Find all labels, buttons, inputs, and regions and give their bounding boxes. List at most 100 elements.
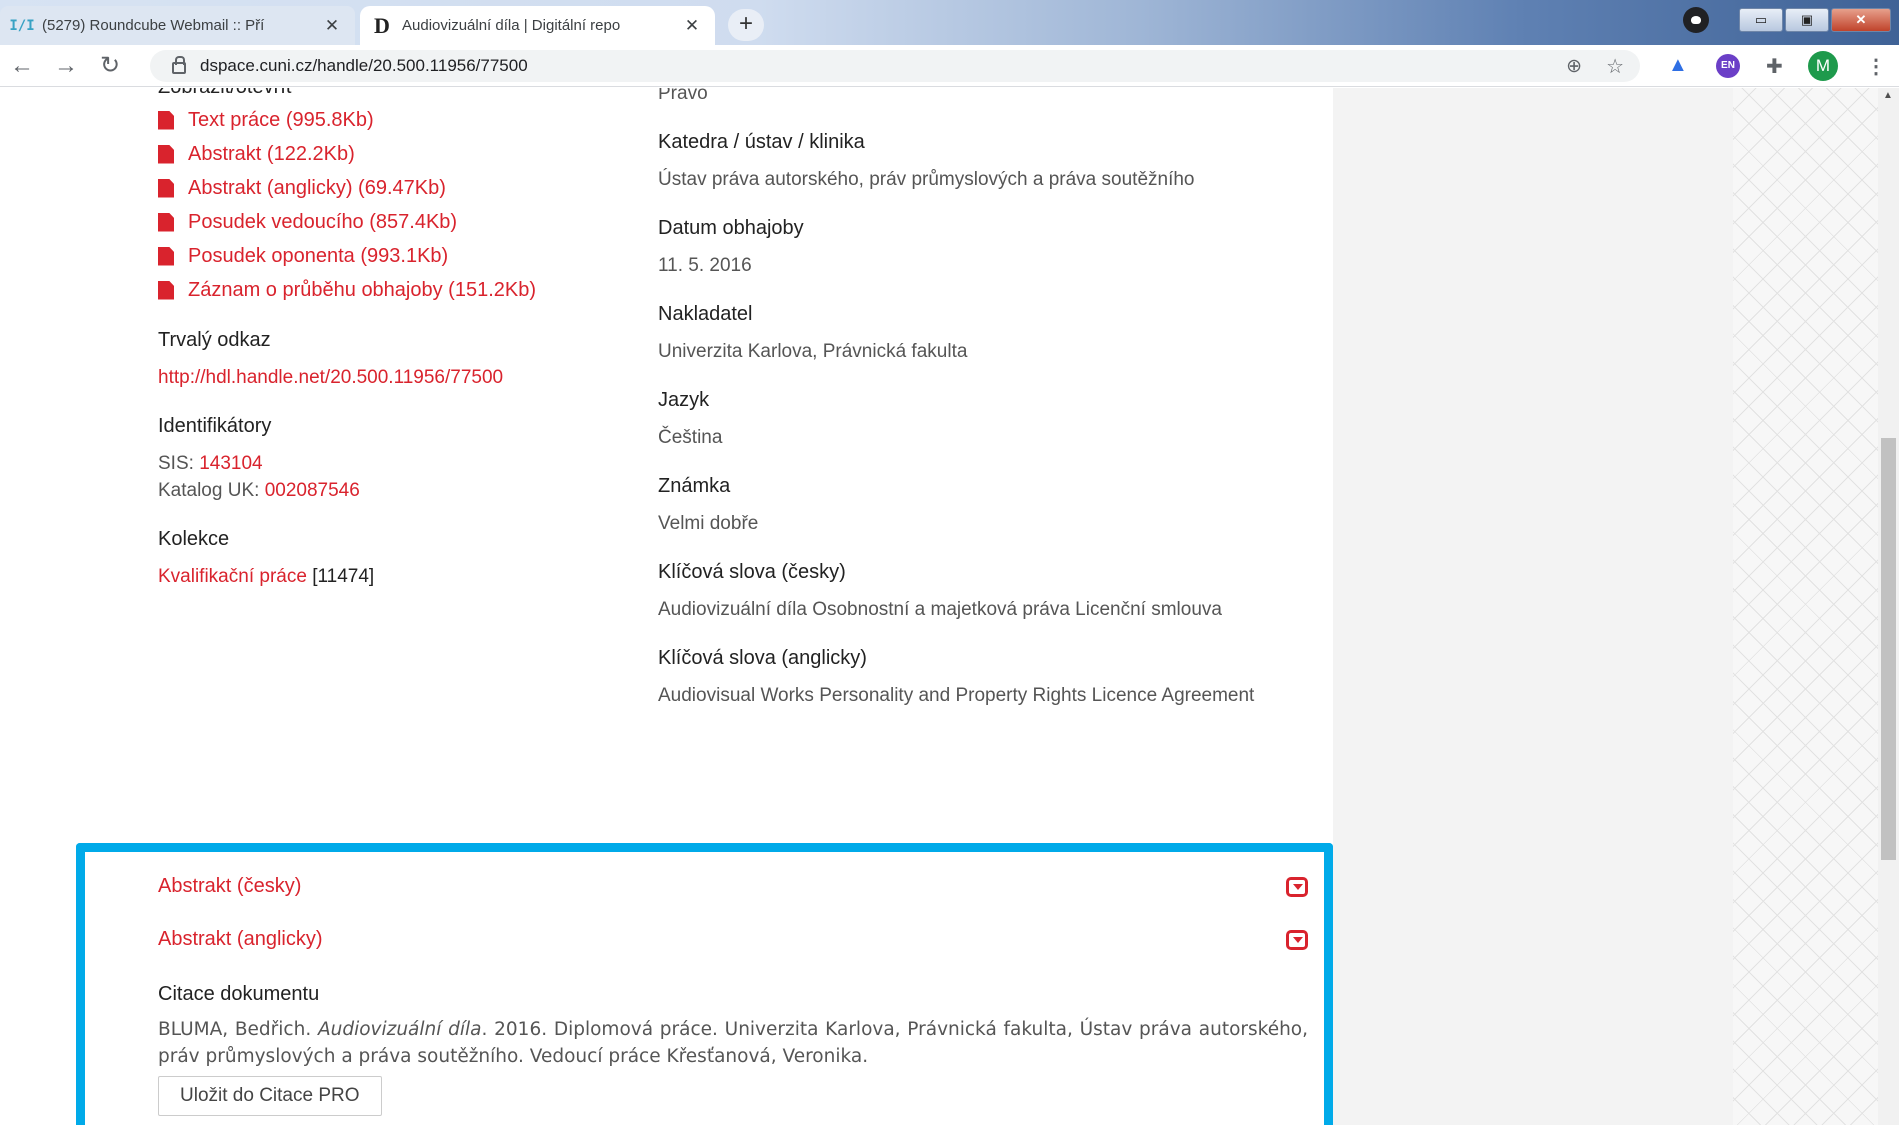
extensions-puzzle-icon[interactable]: ✚ <box>1766 54 1783 79</box>
scrollbar[interactable]: ▲ <box>1878 88 1899 1125</box>
bookmark-star-icon[interactable]: ☆ <box>1606 54 1624 79</box>
defense-date-value: 11. 5. 2016 <box>658 255 752 276</box>
citation-author: BLUMA, Bedřich. <box>158 1019 318 1040</box>
catalog-line: Katalog UK: 002087546 <box>158 477 628 504</box>
new-tab-button[interactable]: + <box>728 9 764 41</box>
close-tab-icon[interactable]: ✕ <box>681 16 703 36</box>
more-menu-icon[interactable]: ⋮ <box>1866 54 1886 79</box>
file-link[interactable]: Abstrakt (122.2Kb) <box>158 137 628 171</box>
abstract-en-toggle[interactable]: Abstrakt (anglicky) <box>158 928 1308 951</box>
left-column: Zobrazit/otevřít Text práce (995.8Kb) Ab… <box>158 88 628 614</box>
avatar[interactable]: M <box>1808 51 1838 81</box>
scrollbar-thumb[interactable] <box>1881 438 1896 860</box>
pdf-file-icon <box>158 280 174 300</box>
citation-heading: Citace dokumentu <box>158 983 320 1005</box>
back-arrow-icon[interactable]: ← <box>0 52 44 80</box>
pdf-file-icon <box>158 178 174 198</box>
tab-title: Audiovizuální díla | Digitální repo <box>402 17 621 34</box>
close-window-button[interactable]: ✕ <box>1831 8 1891 32</box>
faculty-section: Právo <box>658 88 1308 107</box>
sis-line: SIS: 143104 <box>158 450 628 477</box>
sis-label: SIS: <box>158 453 194 474</box>
publisher-heading: Nakladatel <box>658 303 753 325</box>
abstract-cz-toggle[interactable]: Abstrakt (česky) <box>158 875 1308 898</box>
zoom-icon[interactable]: ⊕ <box>1566 55 1582 78</box>
file-label[interactable]: Záznam o průběhu obhajoby (151.2Kb) <box>188 279 536 302</box>
keywords-cz-value: Audiovizuální díla Osobnostní a majetkov… <box>658 599 1222 620</box>
grade-heading: Známka <box>658 475 731 497</box>
defense-date-section: Datum obhajoby 11. 5. 2016 <box>658 217 1308 279</box>
minimize-button[interactable]: ▭ <box>1739 8 1783 32</box>
collection-line: Kvalifikační práce [11474] <box>158 563 628 590</box>
file-label[interactable]: Posudek oponenta (993.1Kb) <box>188 245 448 268</box>
keywords-en-section: Klíčová slova (anglicky) Audiovisual Wor… <box>658 647 1308 709</box>
citation-text: BLUMA, Bedřich. Audiovizuální díla. 2016… <box>158 1016 1308 1070</box>
scroll-up-icon[interactable]: ▲ <box>1883 90 1893 101</box>
catalog-label: Katalog UK: <box>158 480 260 501</box>
keywords-cz-heading: Klíčová slova (česky) <box>658 561 846 583</box>
grade-value: Velmi dobře <box>658 513 759 534</box>
browser-tab-bar: I/I (5279) Roundcube Webmail :: Pří ✕ D … <box>0 0 1899 45</box>
abstract-en-label[interactable]: Abstrakt (anglicky) <box>158 928 323 951</box>
pdf-file-icon <box>158 246 174 266</box>
file-label[interactable]: Posudek vedoucího (857.4Kb) <box>188 211 457 234</box>
language-extension-icon[interactable]: EN <box>1716 54 1740 78</box>
collection-link[interactable]: Kvalifikační práce <box>158 566 307 587</box>
permalink-section: Trvalý odkaz http://hdl.handle.net/20.50… <box>158 329 628 391</box>
file-label[interactable]: Abstrakt (anglicky) (69.47Kb) <box>188 177 446 200</box>
language-section: Jazyk Čeština <box>658 389 1308 451</box>
decorative-pattern <box>1733 88 1878 1125</box>
file-label[interactable]: Abstrakt (122.2Kb) <box>188 143 355 166</box>
pdf-file-icon <box>158 110 174 130</box>
right-column: Právo Katedra / ústav / klinika Ústav pr… <box>658 88 1308 733</box>
page-viewport: ▲ Zobrazit/otevřít Text práce (995.8Kb) … <box>0 88 1899 1125</box>
file-label[interactable]: Text práce (995.8Kb) <box>188 109 374 132</box>
file-link[interactable]: Abstrakt (anglicky) (69.47Kb) <box>158 171 628 205</box>
sidebar-background <box>1333 88 1733 1125</box>
publisher-section: Nakladatel Univerzita Karlova, Právnická… <box>658 303 1308 365</box>
window-controls: ▭ ▣ ✕ <box>1683 0 1899 40</box>
lock-icon <box>172 56 186 74</box>
catalog-link[interactable]: 002087546 <box>265 480 360 501</box>
faculty-value: Právo <box>658 88 708 104</box>
collection-section: Kolekce Kvalifikační práce [11474] <box>158 528 628 590</box>
file-link[interactable]: Text práce (995.8Kb) <box>158 103 628 137</box>
profile-icon[interactable] <box>1683 7 1709 33</box>
roundcube-icon: I/I <box>9 17 35 34</box>
identifiers-section: Identifikátory SIS: 143104 Katalog UK: 0… <box>158 415 628 504</box>
url-text: dspace.cuni.cz/handle/20.500.11956/77500 <box>200 56 528 75</box>
department-heading: Katedra / ústav / klinika <box>658 131 865 153</box>
address-bar[interactable]: dspace.cuni.cz/handle/20.500.11956/77500… <box>150 50 1640 82</box>
permalink-heading: Trvalý odkaz <box>158 329 271 351</box>
file-link[interactable]: Posudek vedoucího (857.4Kb) <box>158 205 628 239</box>
reload-icon[interactable]: ↻ <box>88 51 132 80</box>
defense-date-heading: Datum obhajoby <box>658 217 804 239</box>
tab-dspace[interactable]: D Audiovizuální díla | Digitální repo ✕ <box>360 6 715 45</box>
department-section: Katedra / ústav / klinika Ústav práva au… <box>658 131 1308 193</box>
maximize-button[interactable]: ▣ <box>1785 8 1829 32</box>
file-list: Text práce (995.8Kb) Abstrakt (122.2Kb) … <box>158 103 628 307</box>
save-to-citace-pro-button[interactable]: Uložit do Citace PRO <box>158 1076 382 1116</box>
files-heading: Zobrazit/otevřít <box>158 88 628 99</box>
tab-roundcube[interactable]: I/I (5279) Roundcube Webmail :: Pří ✕ <box>0 6 355 45</box>
chevron-down-icon[interactable] <box>1286 876 1308 897</box>
abstract-cz-label[interactable]: Abstrakt (česky) <box>158 875 301 898</box>
publisher-value: Univerzita Karlova, Právnická fakulta <box>658 341 968 362</box>
keywords-en-heading: Klíčová slova (anglicky) <box>658 647 867 669</box>
file-link[interactable]: Záznam o průběhu obhajoby (151.2Kb) <box>158 273 628 307</box>
graduation-cap-icon[interactable]: ▲ <box>1668 54 1688 77</box>
sis-link[interactable]: 143104 <box>199 453 262 474</box>
citation-title: Audiovizuální díla <box>317 1019 482 1040</box>
chevron-down-icon[interactable] <box>1286 929 1308 950</box>
browser-toolbar: ← → ↻ dspace.cuni.cz/handle/20.500.11956… <box>0 45 1899 87</box>
file-link[interactable]: Posudek oponenta (993.1Kb) <box>158 239 628 273</box>
collection-heading: Kolekce <box>158 528 230 550</box>
citation-section: Citace dokumentu BLUMA, Bedřich. Audiovi… <box>158 983 1308 1116</box>
forward-arrow-icon[interactable]: → <box>44 52 88 80</box>
permalink-link[interactable]: http://hdl.handle.net/20.500.11956/77500 <box>158 364 628 391</box>
close-tab-icon[interactable]: ✕ <box>321 16 343 36</box>
identifiers-heading: Identifikátory <box>158 415 272 437</box>
language-heading: Jazyk <box>658 389 710 411</box>
department-value: Ústav práva autorského, práv průmyslovýc… <box>658 169 1195 190</box>
keywords-en-value: Audiovisual Works Personality and Proper… <box>658 685 1255 706</box>
